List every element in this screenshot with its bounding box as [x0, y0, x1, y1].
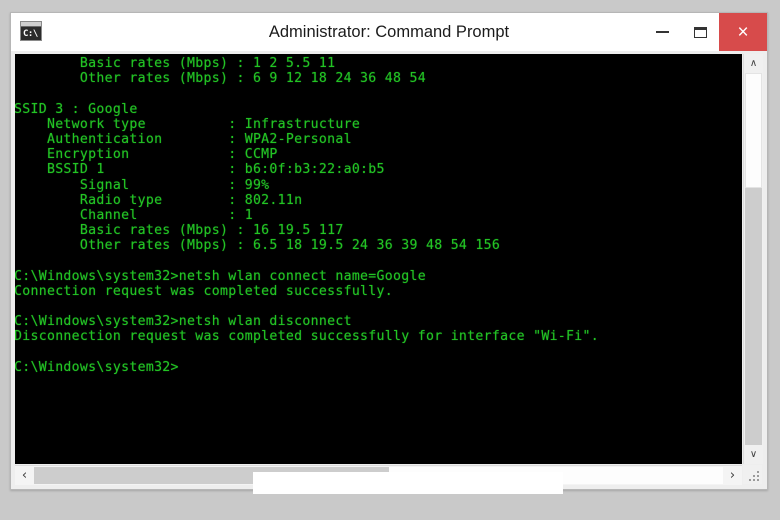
terminal-line: Encryption : CCMP	[15, 147, 278, 163]
minimize-button[interactable]	[643, 13, 681, 51]
terminal-line: Disconnection request was completed succ…	[15, 329, 600, 345]
console-container: Basic rates (Mbps) : 1 2 5.5 11 Other ra…	[15, 54, 763, 494]
terminal-line: SSID 3 : Google	[15, 101, 138, 117]
close-icon: ×	[737, 21, 749, 43]
screen: C:\ Administrator: Command Prompt × Basi…	[0, 0, 780, 520]
minimize-icon	[655, 31, 669, 33]
scroll-down-button[interactable]: ∨	[744, 445, 763, 464]
scroll-up-button[interactable]: ∧	[744, 54, 763, 73]
maximize-button[interactable]	[681, 13, 719, 51]
title-bar[interactable]: C:\ Administrator: Command Prompt ×	[11, 13, 767, 51]
terminal-line: Radio type : 802.11n	[15, 192, 303, 208]
window-controls: ×	[643, 13, 767, 51]
vertical-scrollbar[interactable]: ∧ ∨	[743, 54, 763, 464]
grip-dot	[757, 479, 759, 481]
grip-dot	[753, 479, 755, 481]
grip-dot	[757, 471, 759, 473]
window-client-area: Basic rates (Mbps) : 1 2 5.5 11 Other ra…	[11, 51, 767, 494]
terminal-line: Authentication : WPA2-Personal	[15, 131, 352, 147]
grip-dot	[749, 479, 751, 481]
terminal-line: Network type : Infrastructure	[15, 116, 361, 132]
terminal-line: C:\Windows\system32>netsh wlan connect n…	[15, 268, 426, 284]
terminal-line: Signal : 99%	[15, 177, 270, 193]
terminal-line: Basic rates (Mbps) : 1 2 5.5 11	[15, 56, 336, 71]
terminal-line: Other rates (Mbps) : 6.5 18 19.5 24 36 3…	[15, 238, 501, 254]
terminal-line: C:\Windows\system32>	[15, 359, 179, 375]
scroll-right-button[interactable]: ›	[723, 466, 742, 485]
command-prompt-window: C:\ Administrator: Command Prompt × Basi…	[10, 12, 768, 494]
vertical-scroll-track[interactable]	[745, 188, 762, 445]
resize-grip[interactable]	[743, 465, 762, 484]
terminal-output[interactable]: Basic rates (Mbps) : 1 2 5.5 11 Other ra…	[15, 54, 742, 464]
terminal-line: Connection request was completed success…	[15, 283, 394, 299]
grip-dot	[757, 475, 759, 477]
close-button[interactable]: ×	[719, 13, 767, 51]
terminal-line: C:\Windows\system32>netsh wlan disconnec…	[15, 314, 352, 330]
overlay-patch	[253, 472, 563, 494]
grip-dot	[753, 475, 755, 477]
console-icon-label: C:\	[23, 29, 38, 39]
terminal-line: BSSID 1 : b6:0f:b3:22:a0:b5	[15, 162, 385, 178]
terminal-line: Basic rates (Mbps) : 16 19.5 117	[15, 223, 344, 239]
terminal-line: Channel : 1	[15, 207, 253, 223]
vertical-scroll-thumb[interactable]	[745, 73, 762, 188]
console-icon[interactable]: C:\	[20, 21, 42, 41]
terminal-text: Basic rates (Mbps) : 1 2 5.5 11 Other ra…	[15, 56, 599, 375]
terminal-line: Other rates (Mbps) : 6 9 12 18 24 36 48 …	[15, 71, 426, 87]
maximize-icon	[693, 26, 707, 38]
scroll-left-button[interactable]: ‹	[15, 466, 34, 485]
